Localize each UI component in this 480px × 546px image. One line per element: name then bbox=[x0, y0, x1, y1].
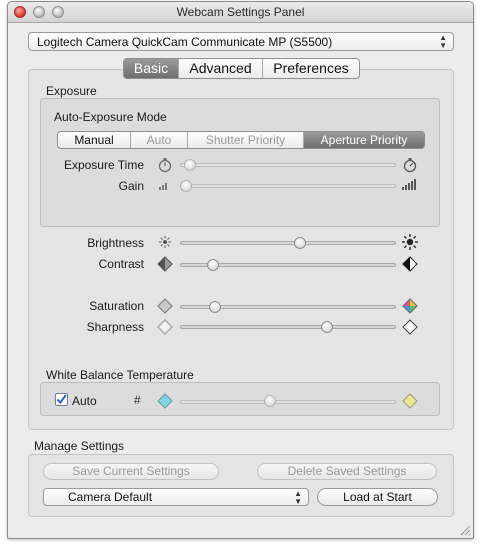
checkmark-icon bbox=[56, 394, 67, 405]
title-bar: Webcam Settings Panel bbox=[8, 2, 473, 23]
load-at-start-button[interactable]: Load at Start bbox=[317, 488, 438, 506]
saturation-high-icon bbox=[402, 298, 418, 314]
signal-high-icon bbox=[402, 179, 416, 190]
popup-arrows-icon: ▲ ▼ bbox=[294, 489, 302, 506]
gain-slider-knob[interactable] bbox=[180, 180, 192, 192]
window-title: Webcam Settings Panel bbox=[176, 5, 305, 19]
gain-track[interactable] bbox=[180, 184, 396, 188]
saturation-low-icon bbox=[157, 298, 173, 314]
settings-profile-select[interactable]: Camera Default ▲ ▼ bbox=[43, 488, 309, 506]
contrast-slider-knob[interactable] bbox=[206, 259, 219, 271]
sharpness-low-icon bbox=[157, 319, 173, 335]
resize-grip-icon[interactable] bbox=[459, 524, 471, 536]
white-balance-slider-knob[interactable] bbox=[263, 395, 276, 407]
contrast-high-icon bbox=[402, 256, 418, 272]
saturation-label: Saturation bbox=[89, 299, 144, 313]
auto-exposure-mode-control: Manual Auto Shutter Priority Aperture Pr… bbox=[57, 131, 425, 149]
white-balance-auto-label: Auto bbox=[72, 394, 97, 408]
white-balance-hash-label: # bbox=[134, 393, 141, 407]
brightness-track[interactable] bbox=[180, 241, 396, 245]
mode-auto[interactable]: Auto bbox=[131, 132, 188, 148]
brightness-label: Brightness bbox=[87, 236, 144, 250]
white-balance-group bbox=[40, 382, 440, 416]
contrast-label: Contrast bbox=[98, 257, 144, 271]
cool-temperature-icon bbox=[157, 393, 173, 409]
tab-basic[interactable]: Basic bbox=[124, 59, 179, 78]
manage-settings-section-label: Manage Settings bbox=[34, 439, 125, 453]
tab-bar: Basic Advanced Preferences bbox=[123, 58, 360, 79]
delete-saved-settings-button[interactable]: Delete Saved Settings bbox=[257, 463, 437, 480]
settings-profile-value: Camera Default bbox=[68, 490, 153, 504]
camera-select-value: Logitech Camera QuickCam Communicate MP … bbox=[37, 35, 333, 49]
mode-shutter-priority[interactable]: Shutter Priority bbox=[188, 132, 304, 148]
save-current-settings-button[interactable]: Save Current Settings bbox=[43, 463, 219, 480]
sun-bright-icon bbox=[402, 234, 418, 250]
sun-dim-icon bbox=[159, 236, 171, 248]
exposure-section-label: Exposure bbox=[46, 84, 97, 98]
contrast-low-icon bbox=[157, 256, 173, 272]
sharpness-label: Sharpness bbox=[86, 320, 144, 334]
tab-advanced[interactable]: Advanced bbox=[179, 59, 263, 78]
auto-exposure-mode-label: Auto-Exposure Mode bbox=[54, 110, 167, 124]
popup-arrows-icon: ▲ ▼ bbox=[439, 33, 447, 50]
signal-low-icon bbox=[159, 183, 167, 190]
exposure-time-track[interactable] bbox=[180, 163, 396, 167]
white-balance-section-label: White Balance Temperature bbox=[46, 368, 194, 382]
gain-label: Gain bbox=[118, 179, 144, 193]
stopwatch-fast-icon bbox=[403, 158, 417, 173]
warm-temperature-icon bbox=[402, 393, 418, 409]
white-balance-auto-checkbox[interactable] bbox=[55, 393, 68, 406]
sharpness-slider-knob[interactable] bbox=[320, 321, 333, 333]
camera-select[interactable]: Logitech Camera QuickCam Communicate MP … bbox=[28, 32, 454, 51]
mode-aperture-priority[interactable]: Aperture Priority bbox=[304, 132, 424, 148]
stopwatch-icon bbox=[158, 158, 172, 173]
settings-window: Webcam Settings Panel Logitech Camera Qu… bbox=[7, 1, 474, 539]
exposure-time-slider-knob[interactable] bbox=[184, 159, 197, 171]
exposure-time-label: Exposure Time bbox=[63, 158, 144, 172]
tab-preferences[interactable]: Preferences bbox=[263, 59, 359, 78]
sharpness-high-icon bbox=[402, 319, 418, 335]
mode-manual[interactable]: Manual bbox=[58, 132, 131, 148]
saturation-slider-knob[interactable] bbox=[208, 301, 221, 313]
sharpness-track[interactable] bbox=[180, 325, 396, 329]
white-balance-track[interactable] bbox=[180, 400, 396, 404]
